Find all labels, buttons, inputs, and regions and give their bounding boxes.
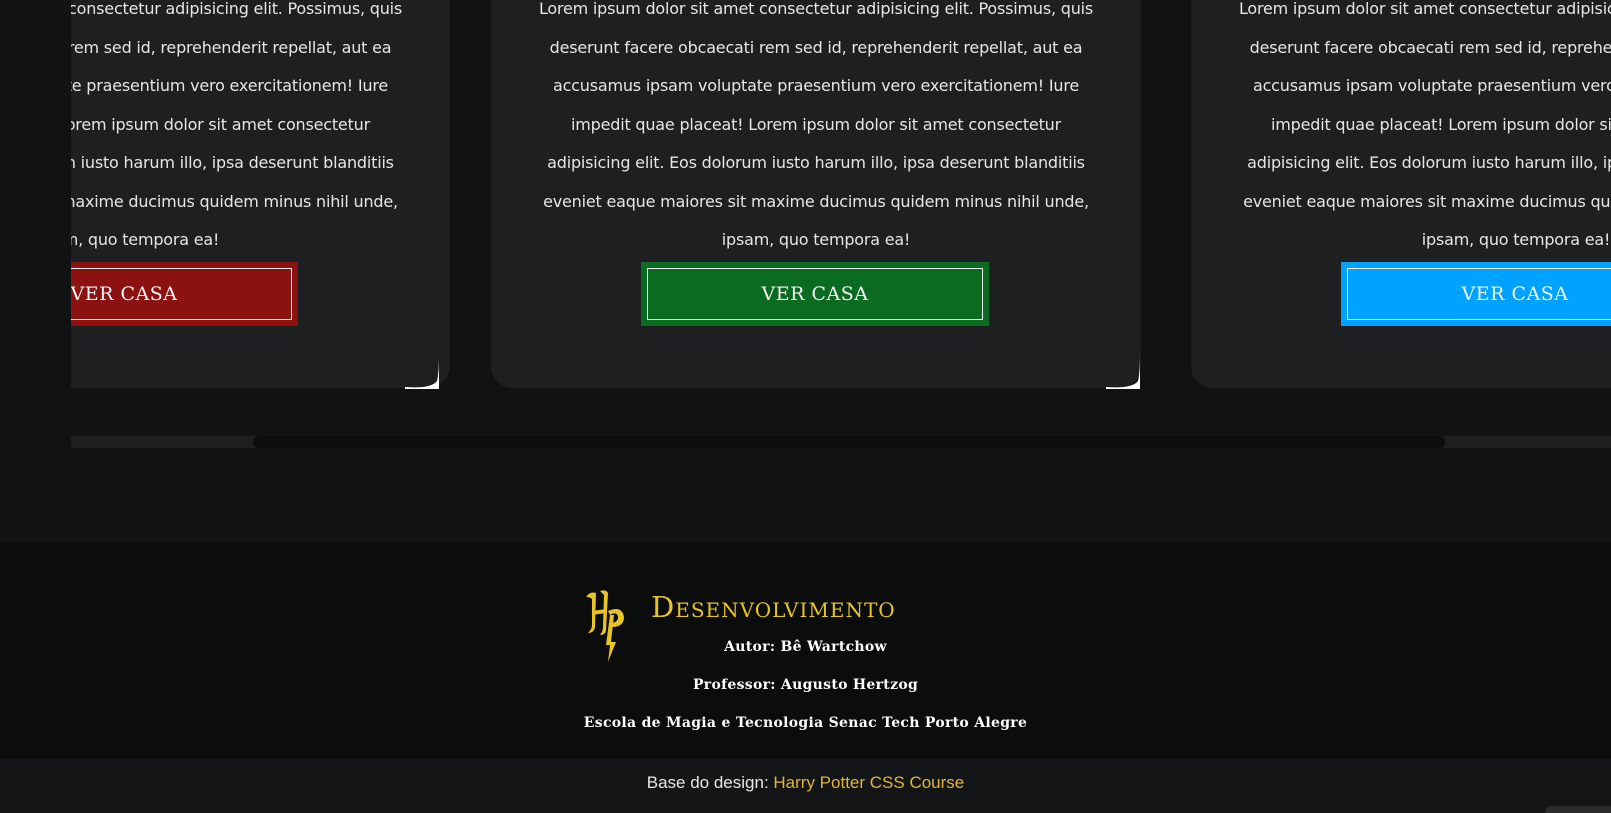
ver-casa-label: VER CASA <box>71 268 292 320</box>
house-description: Lorem ipsum dolor sit amet consectetur a… <box>71 0 403 249</box>
ver-casa-label: VER CASA <box>647 268 983 320</box>
ver-casa-button[interactable]: VER CASA <box>1341 262 1611 326</box>
card-corner-decoration <box>405 353 439 389</box>
footer-professor: Professor: Augusto Hertzog <box>692 677 919 693</box>
credit-prefix: Base do design: <box>646 773 769 792</box>
carousel-scrollbar-thumb[interactable] <box>253 436 1445 448</box>
house-card: Lorem ipsum dolor sit amet consectetur a… <box>491 0 1141 388</box>
design-credit: Base do design: Harry Potter CSS Course <box>0 773 1611 793</box>
footer-title: Desenvolvimento <box>651 590 896 624</box>
house-description: Lorem ipsum dolor sit amet consectetur a… <box>1238 0 1611 249</box>
page-edge <box>1545 806 1611 813</box>
house-description: Lorem ipsum dolor sit amet consectetur a… <box>538 0 1094 249</box>
bottom-bar: Base do design: Harry Potter CSS Course <box>0 759 1611 813</box>
credit-link[interactable]: Harry Potter CSS Course <box>773 773 964 792</box>
footer-school: Escola de Magia e Tecnologia Senac Tech … <box>583 715 1028 731</box>
footer-author: Autor: Bê Wartchow <box>724 639 887 655</box>
ver-casa-button[interactable]: VER CASA <box>71 262 298 326</box>
card-corner-decoration <box>1106 353 1140 389</box>
ver-casa-label: VER CASA <box>1347 268 1611 320</box>
house-card: Lorem ipsum dolor sit amet consectetur a… <box>1191 0 1611 388</box>
house-card: Lorem ipsum dolor sit amet consectetur a… <box>71 0 450 388</box>
ver-casa-button[interactable]: VER CASA <box>641 262 989 326</box>
footer: Desenvolvimento Autor: Bê Wartchow Profe… <box>0 543 1611 759</box>
houses-carousel[interactable]: Lorem ipsum dolor sit amet consectetur a… <box>71 0 1611 460</box>
